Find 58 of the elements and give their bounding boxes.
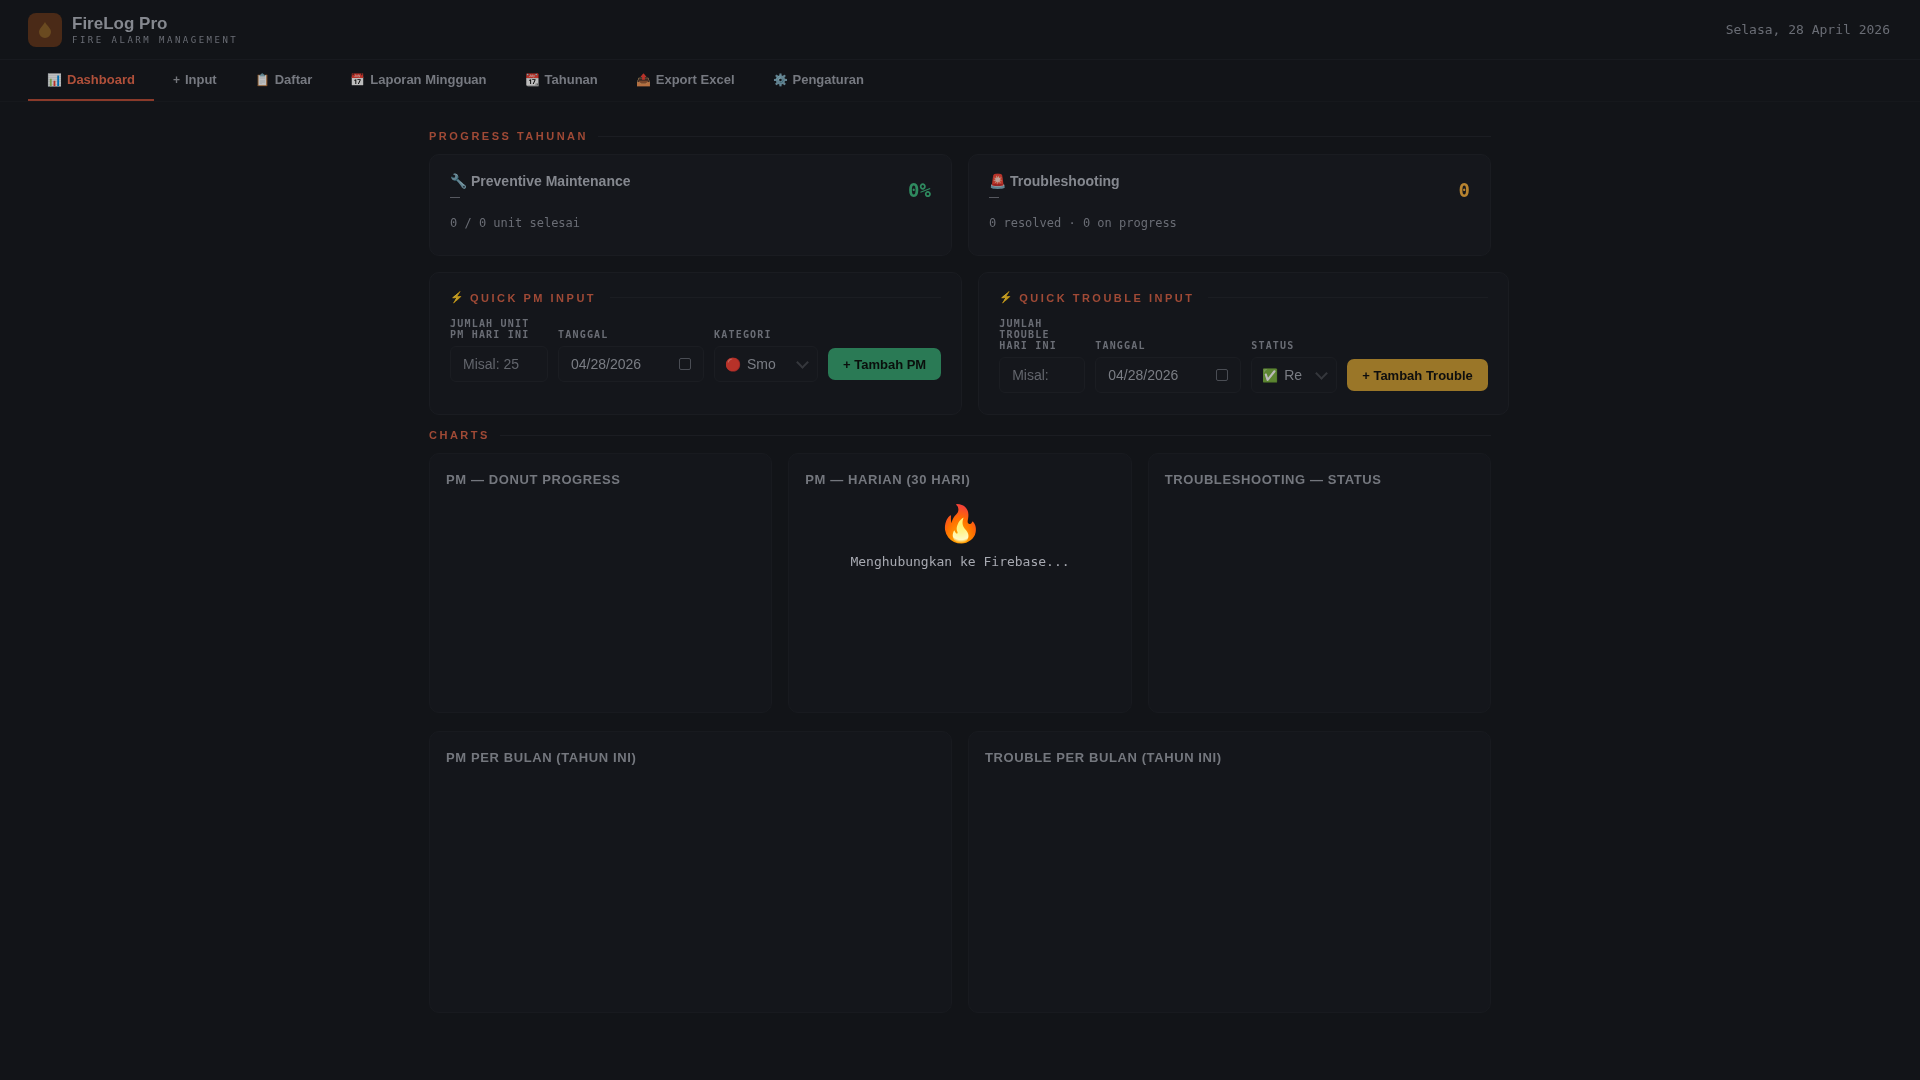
calendar-icon: [679, 358, 691, 370]
progress-value: 0%: [908, 179, 931, 202]
nav-tab[interactable]: 📤 Export Excel: [616, 60, 754, 101]
nav-tab[interactable]: 📅 Laporan Mingguan: [331, 60, 506, 101]
tab-icon: 📅: [350, 72, 366, 87]
add-button[interactable]: + Tambah PM: [828, 348, 942, 380]
chart-title: TROUBLESHOOTING — STATUS: [1164, 472, 1382, 487]
flame-icon: 🔥: [937, 502, 983, 546]
dropdown[interactable]: ✅ Re: [1251, 357, 1338, 393]
nav-tab[interactable]: ⚙ Pengaturan: [753, 60, 884, 101]
number-input[interactable]: Misal: 25: [450, 346, 548, 382]
tab-icon: +: [172, 72, 180, 87]
tab-icon: ⚙: [772, 72, 788, 87]
number-input[interactable]: Misal:: [999, 357, 1086, 393]
field-label: TANGGAL: [1095, 340, 1147, 351]
add-button[interactable]: + Tambah Trouble: [1347, 359, 1488, 391]
dropdown[interactable]: 🔴 Smo: [714, 346, 818, 382]
tab-icon: 📋: [254, 72, 270, 87]
chart-title: PM PER BULAN (TAHUN INI): [446, 750, 637, 765]
date-input[interactable]: 04/28/2026: [558, 346, 704, 382]
date-input[interactable]: 04/28/2026: [1095, 357, 1242, 393]
calendar-icon: [1216, 369, 1229, 381]
card-title: Troubleshooting: [1010, 173, 1120, 189]
chart-title: TROUBLE PER BULAN (TAHUN INI): [985, 750, 1222, 765]
app-title: FireLog Pro: [72, 14, 169, 34]
chart-title: PM — HARIAN (30 HARI): [805, 472, 971, 487]
field-label: STATUS: [1251, 340, 1296, 351]
card-title: Preventive Maintenance: [471, 173, 631, 189]
chart-title: PM — DONUT PROGRESS: [446, 472, 621, 487]
progress-value: 0: [1458, 179, 1470, 202]
loading-message: Menghubungkan ke Firebase...: [850, 554, 1070, 569]
card-heading: QUICK TROUBLE INPUT: [1019, 291, 1195, 304]
card-subtitle: —: [450, 191, 461, 202]
progress-detail: 0 resolved · 0 on progress: [989, 216, 1178, 230]
card-icon: 🔧: [450, 173, 467, 189]
tab-icon: 📊: [47, 72, 62, 87]
app-subtitle: FIRE ALARM MANAGEMENT: [72, 35, 239, 45]
field-label: JUMLAH TROUBLE HARI INI: [999, 318, 1058, 351]
nav-tab[interactable]: 📋 Daftar: [235, 60, 332, 101]
field-label: KATEGORI: [714, 329, 773, 340]
nav-tab[interactable]: + Input: [153, 60, 236, 101]
option-icon: ✅: [1262, 367, 1279, 383]
option-icon: 🔴: [725, 356, 741, 372]
card-heading: QUICK PM INPUT: [470, 291, 597, 304]
field-label: JUMLAH UNIT PM HARI INI: [450, 318, 531, 340]
lightning-icon: ⚡: [450, 291, 464, 304]
tab-icon: 📆: [524, 72, 540, 87]
progress-detail: 0 / 0 unit selesai: [450, 216, 582, 230]
lightning-icon: ⚡: [999, 291, 1014, 304]
card-subtitle: —: [989, 191, 1000, 202]
nav-tab[interactable]: 📆 Tahunan: [505, 60, 617, 101]
section-heading: CHARTS: [429, 429, 490, 441]
field-label: TANGGAL: [558, 329, 610, 340]
current-date: Selasa, 28 April 2026: [1725, 22, 1890, 37]
nav-tab[interactable]: 📊 Dashboard: [28, 60, 154, 101]
tab-icon: 📤: [635, 72, 651, 87]
card-icon: 🚨: [989, 173, 1006, 189]
section-heading: PROGRESS TAHUNAN: [429, 130, 588, 142]
